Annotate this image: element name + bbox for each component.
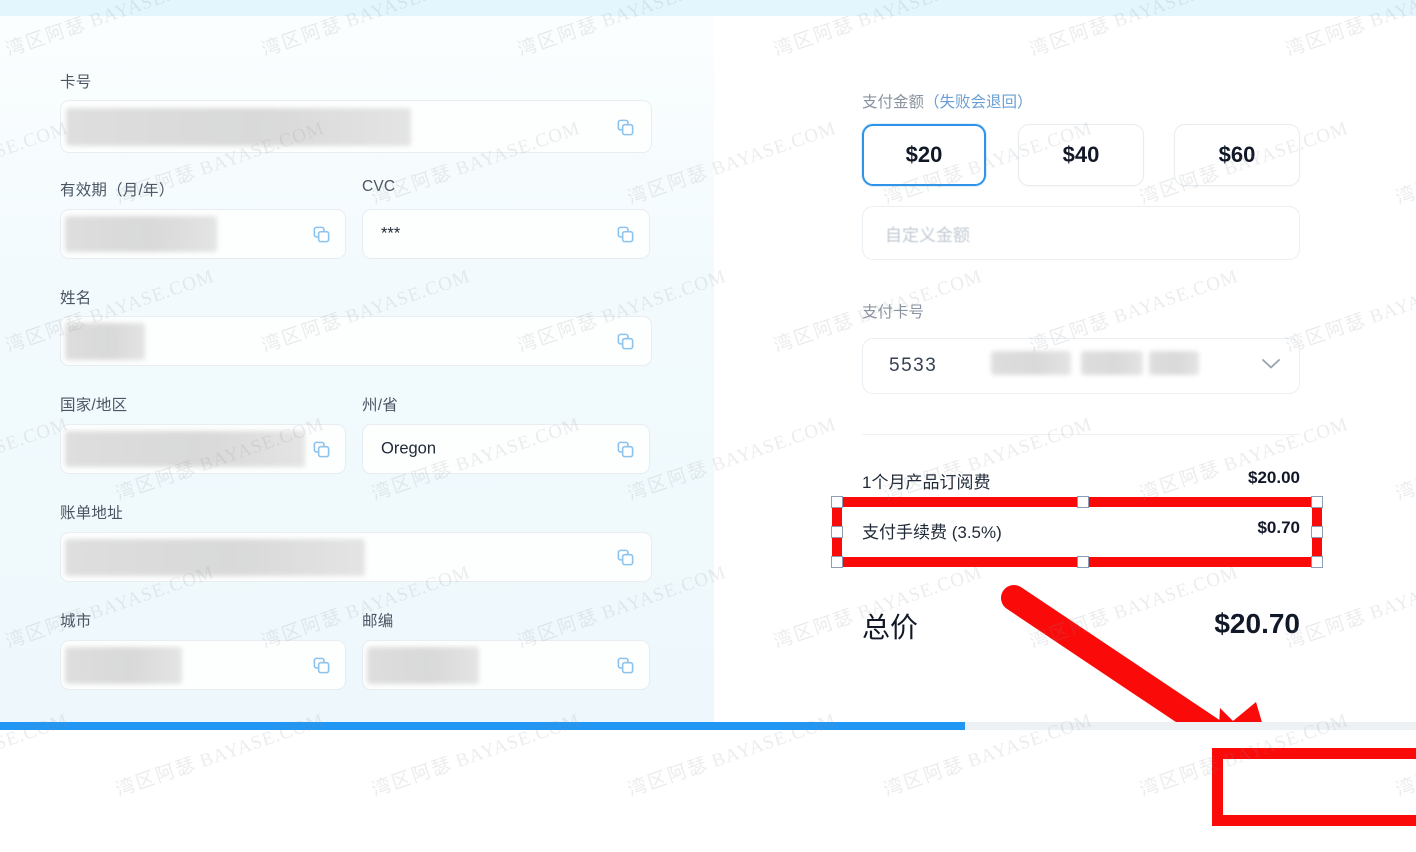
redacted-value <box>991 351 1071 375</box>
amount-option-40[interactable]: $40 <box>1018 124 1144 186</box>
summary-item-value: $0.70 <box>1257 518 1300 537</box>
redacted-value <box>1081 351 1143 375</box>
summary-row-processing-fee: 支付手续费 (3.5%) $0.70 <box>862 518 1300 546</box>
summary-row-subscription: 1个月产品订阅费 $20.00 <box>862 468 1300 496</box>
copy-icon[interactable] <box>312 656 331 675</box>
redacted-value <box>65 431 305 467</box>
redacted-value <box>65 323 145 360</box>
copy-icon[interactable] <box>616 225 635 244</box>
redacted-value <box>66 108 411 146</box>
redacted-value <box>1149 351 1199 375</box>
input-city[interactable] <box>60 640 346 690</box>
label-card-number: 卡号 <box>60 74 92 91</box>
copy-icon[interactable] <box>312 225 331 244</box>
custom-amount-input[interactable]: 自定义金额 <box>862 206 1300 260</box>
chevron-down-icon[interactable] <box>1261 357 1281 375</box>
copy-icon[interactable] <box>616 656 635 675</box>
label-city: 城市 <box>60 613 92 630</box>
redacted-value <box>65 216 217 252</box>
label-postal-code: 邮编 <box>362 613 394 630</box>
label-cvc: CVC <box>362 178 396 195</box>
copy-icon[interactable] <box>312 440 331 459</box>
label-country: 国家/地区 <box>60 397 128 414</box>
label-name: 姓名 <box>60 290 92 307</box>
input-country[interactable] <box>60 424 346 474</box>
redacted-value <box>367 647 479 684</box>
card-number-visible: 5533 <box>889 355 938 376</box>
input-card-number[interactable] <box>60 100 652 153</box>
top-strip <box>0 0 1416 16</box>
summary-item-value: $20.00 <box>1248 468 1300 487</box>
progress-fill <box>0 722 965 730</box>
label-expiry: 有效期（月/年） <box>60 182 175 199</box>
state-value: Oregon <box>381 439 437 458</box>
label-state: 州/省 <box>362 397 398 414</box>
copy-icon[interactable] <box>616 118 635 137</box>
total-label: 总价 <box>862 612 919 643</box>
input-state[interactable]: Oregon <box>362 424 650 474</box>
label-payment-amount: 支付金额（失败会退回） <box>862 90 1033 112</box>
summary-divider <box>862 434 1300 435</box>
input-expiry[interactable] <box>60 209 346 259</box>
redacted-value <box>65 539 365 576</box>
cvc-value: *** <box>381 224 401 243</box>
copy-icon[interactable] <box>616 440 635 459</box>
input-postal-code[interactable] <box>362 640 650 690</box>
card-details-panel: 卡号 有效期（月/年） CVC *** 姓名 国家/地区 州/省 Oregon … <box>0 16 714 722</box>
input-billing-address[interactable] <box>60 532 652 582</box>
redacted-value <box>65 647 182 684</box>
amount-option-20[interactable]: $20 <box>862 124 986 186</box>
label-payment-card: 支付卡号 <box>862 304 925 321</box>
payment-amount-text: 支付金额 <box>862 94 925 111</box>
payment-amount-note: （失败会退回） <box>924 94 1033 111</box>
label-billing-address: 账单地址 <box>60 505 123 522</box>
payment-checkout-screen: 卡号 有效期（月/年） CVC *** 姓名 国家/地区 州/省 Oregon … <box>0 0 1416 852</box>
copy-icon[interactable] <box>616 332 635 351</box>
input-name[interactable] <box>60 316 652 366</box>
amount-option-60[interactable]: $60 <box>1174 124 1300 186</box>
summary-item-name: 支付手续费 (3.5%) <box>862 523 1002 542</box>
payment-card-select[interactable]: 5533 <box>862 338 1300 394</box>
summary-item-name: 1个月产品订阅费 <box>862 473 991 492</box>
custom-amount-placeholder: 自定义金额 <box>885 225 970 245</box>
copy-icon[interactable] <box>616 548 635 567</box>
total-value: $20.70 <box>1214 608 1300 639</box>
footer-bar: 2/3 支付结算页 上一步 支付 <box>0 730 1416 852</box>
input-cvc[interactable]: *** <box>362 209 650 259</box>
